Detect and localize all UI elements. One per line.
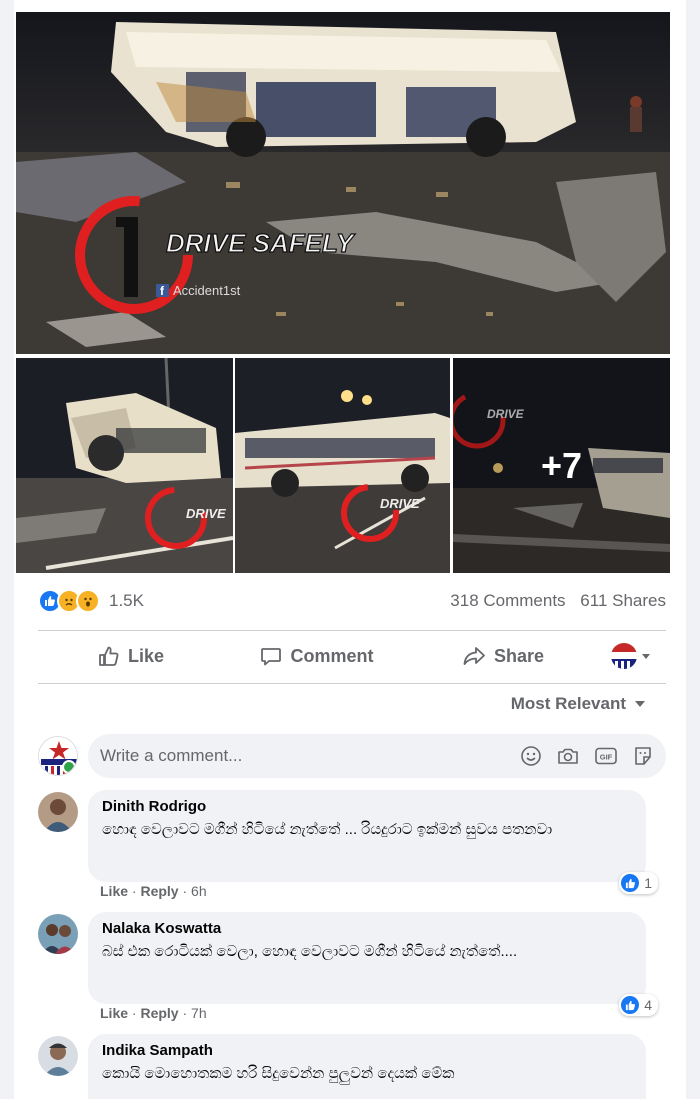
comment-text: හොඳ වෙලාවට මගීන් හිටියේ නැත්තේ ... රියදු… xyxy=(102,821,553,838)
shares-count-link[interactable]: 611 Shares xyxy=(580,591,666,610)
comment-like-link[interactable]: Like xyxy=(100,1005,128,1021)
comment-bubble: Nalaka Koswatta බස් එක රොටියක් වෙලා, හොඳ… xyxy=(88,912,646,1004)
comment-button[interactable]: Comment xyxy=(224,645,410,667)
like-reaction-icon xyxy=(621,874,640,892)
caret-down-icon xyxy=(642,654,650,659)
reaction-number: 4 xyxy=(644,997,652,1013)
more-photos-overlay[interactable]: +7 xyxy=(453,358,670,573)
photo-thumb-1[interactable]: DRIVE xyxy=(16,358,233,573)
svg-text:GIF: GIF xyxy=(600,753,613,762)
comment-bubble: Indika Sampath කොයි මොහොතකම හරි සිදුවෙන්… xyxy=(88,1034,646,1099)
photo-thumb-3[interactable]: DRIVE +7 xyxy=(453,358,670,573)
comment-text: බස් එක රොටියක් වෙලා, හොඳ වෙලාවට මගීන් හි… xyxy=(102,943,518,960)
current-user-avatar[interactable] xyxy=(38,736,78,776)
divider xyxy=(38,630,666,631)
sticker-icon[interactable] xyxy=(632,745,654,767)
comment-meta: Like · Reply · 6h xyxy=(100,883,207,899)
page-avatar-icon xyxy=(611,643,637,669)
commenter-avatar[interactable] xyxy=(38,1036,78,1076)
emoji-icon[interactable] xyxy=(520,745,542,767)
commenter-name[interactable]: Dinith Rodrigo xyxy=(102,798,632,815)
main-photo[interactable]: DRIVE SAFELY f Accident1st xyxy=(16,12,670,354)
comment-like-link[interactable]: Like xyxy=(100,883,128,899)
divider xyxy=(38,683,666,684)
like-label: Like xyxy=(127,645,165,666)
scrollbar[interactable] xyxy=(690,0,700,1099)
comment-sort-dropdown[interactable]: Most Relevant xyxy=(511,694,646,714)
comment-item: Nalaka Koswatta බස් එක රොටියක් වෙලා, හොඳ… xyxy=(38,912,666,1022)
post-stats: 1.5K 318 Comments 611 Shares xyxy=(38,584,666,618)
share-button[interactable]: Share xyxy=(410,645,596,667)
comments-count-link[interactable]: 318 Comments xyxy=(450,591,565,610)
post-card: DRIVE SAFELY f Accident1st DRIVE DRIVE D… xyxy=(14,0,686,1099)
comment-meta: Like · Reply · 7h xyxy=(100,1005,207,1021)
comment-item: Indika Sampath කොයි මොහොතකම හරි සිදුවෙන්… xyxy=(38,1034,666,1099)
like-button[interactable]: Like xyxy=(38,645,224,667)
comment-item: Dinith Rodrigo හොඳ වෙලාවට මගීන් හිටියේ න… xyxy=(38,790,666,900)
comment-reaction-count[interactable]: 1 xyxy=(619,872,658,894)
share-icon xyxy=(463,647,485,665)
commenter-name[interactable]: Nalaka Koswatta xyxy=(102,920,632,937)
photo-thumb-2[interactable]: DRIVE xyxy=(235,358,450,573)
camera-icon[interactable] xyxy=(556,745,580,767)
commenter-name[interactable]: Indika Sampath xyxy=(102,1042,632,1059)
comment-reply-link[interactable]: Reply xyxy=(140,1005,178,1021)
reactions-count: 1.5K xyxy=(109,591,144,610)
thumbs-up-icon xyxy=(99,646,119,666)
comment-label: Comment xyxy=(290,645,374,666)
comment-input-placeholder: Write a comment... xyxy=(100,746,243,765)
comment-time[interactable]: 6h xyxy=(191,883,207,899)
post-as-selector[interactable] xyxy=(596,643,666,669)
reaction-number: 1 xyxy=(644,875,652,891)
watermark-text: DRIVE SAFELY xyxy=(166,228,356,258)
gif-icon[interactable]: GIF xyxy=(594,745,618,767)
svg-text:DRIVE: DRIVE xyxy=(380,496,420,511)
comment-icon xyxy=(261,648,282,666)
commenter-avatar[interactable] xyxy=(38,792,78,832)
watermark-page: Accident1st xyxy=(173,283,241,298)
reactions-summary[interactable]: 1.5K xyxy=(38,589,144,613)
caret-down-icon xyxy=(635,701,645,707)
comment-reply-link[interactable]: Reply xyxy=(140,883,178,899)
comment-input[interactable]: Write a comment... GIF xyxy=(88,734,666,778)
wow-reaction-icon xyxy=(76,589,100,613)
svg-text:DRIVE: DRIVE xyxy=(186,506,226,521)
comment-time[interactable]: 7h xyxy=(191,1005,207,1021)
sort-label: Most Relevant xyxy=(510,694,626,713)
online-indicator xyxy=(62,760,76,774)
commenter-avatar[interactable] xyxy=(38,914,78,954)
comment-text: කොයි මොහොතකම හරි සිදුවෙන්න පුලුවන් දෙයක්… xyxy=(102,1065,455,1082)
post-actions: Like Comment Share xyxy=(38,634,666,678)
share-label: Share xyxy=(493,645,545,666)
like-reaction-icon xyxy=(621,996,640,1014)
comment-composer: Write a comment... GIF xyxy=(38,733,666,779)
comment-bubble: Dinith Rodrigo හොඳ වෙලාවට මගීන් හිටියේ න… xyxy=(88,790,646,882)
comment-reaction-count[interactable]: 4 xyxy=(619,994,658,1016)
